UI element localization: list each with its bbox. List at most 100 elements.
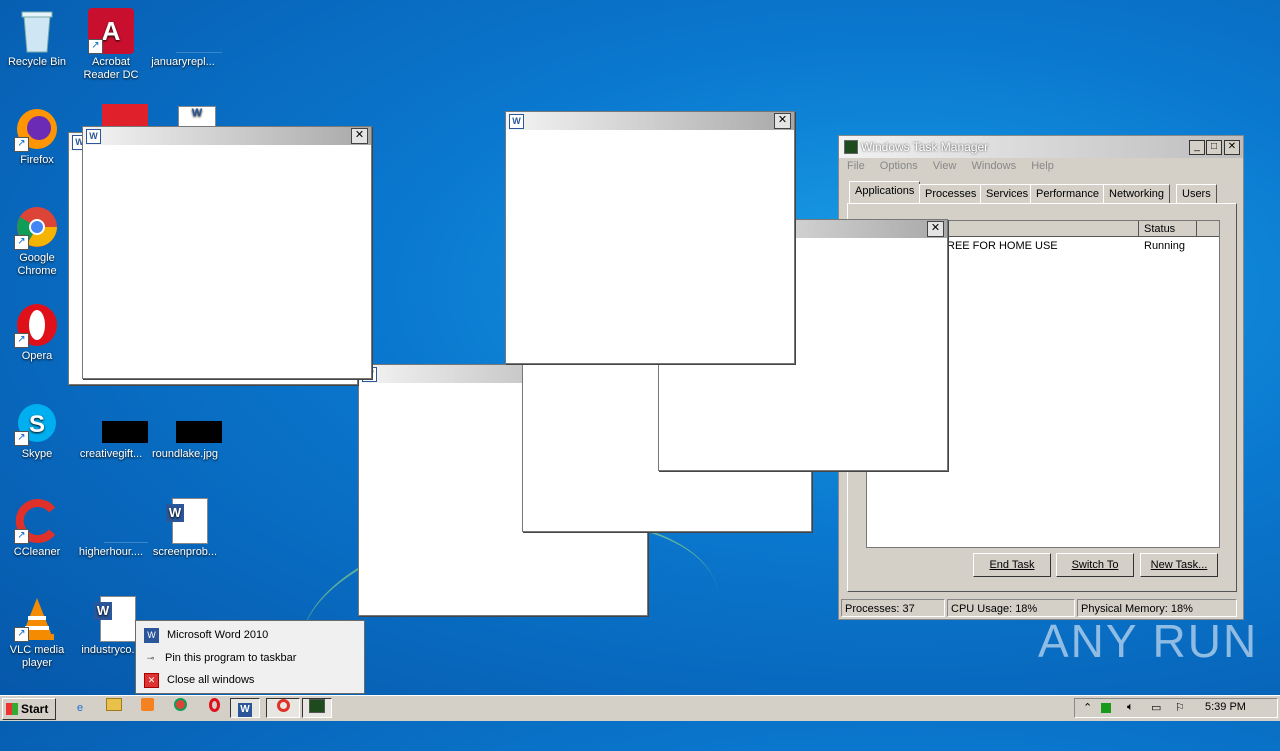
pin-icon: ⊸ [146, 652, 155, 663]
tab-performance[interactable]: Performance [1030, 184, 1105, 203]
desktop-icon-label: januaryrepl... [151, 56, 215, 68]
firefox-icon: ↗ [14, 106, 60, 152]
clock[interactable]: 5:39 PM [1205, 701, 1246, 713]
end-task-button[interactable]: End Task [973, 553, 1051, 577]
file-icon [160, 8, 222, 54]
start-button[interactable]: Start [2, 698, 56, 720]
task-manager-title: Windows Task Manager [861, 140, 989, 154]
status-memory: Physical Memory: 18% [1077, 599, 1237, 617]
jump-item-close-all[interactable]: ✕ Close all windows [144, 670, 254, 690]
desktop-icon-label: Firefox [20, 154, 54, 166]
status-column-header[interactable]: Status [1139, 221, 1197, 237]
close-button[interactable]: ✕ [1224, 140, 1240, 155]
desktop-icon-label: creativegift... [79, 448, 143, 460]
image-file-icon [162, 400, 222, 446]
status-cpu: CPU Usage: 18% [947, 599, 1075, 617]
minimize-button[interactable]: _ [1189, 140, 1205, 155]
explorer-icon[interactable] [100, 698, 128, 718]
maximize-button[interactable]: □ [1206, 140, 1222, 155]
tab-services[interactable]: Services [980, 184, 1035, 203]
desktop-icon-creativegift[interactable]: creativegift... [74, 400, 148, 461]
action-center-flag-icon[interactable]: ⚐ [1175, 701, 1185, 714]
svg-text:S: S [29, 411, 45, 438]
close-icon[interactable]: ✕ [774, 113, 791, 129]
jump-item-label: Close all windows [167, 674, 255, 686]
vlc-icon: ↗ [14, 596, 60, 642]
ie-icon[interactable]: e [66, 698, 94, 718]
header-filler [1197, 221, 1219, 237]
menu-windows[interactable]: Windows [972, 160, 1017, 172]
word-icon: W [509, 114, 524, 129]
desktop-icon-label: roundlake.jpg [151, 448, 219, 460]
jump-item-word[interactable]: W Microsoft Word 2010 [144, 625, 268, 645]
tab-users[interactable]: Users [1176, 184, 1217, 203]
opera-icon: ↗ [14, 302, 60, 348]
desktop-icon-label: CCleaner [13, 546, 61, 558]
tab-processes[interactable]: Processes [919, 184, 983, 203]
desktop-icon-label: Google Chrome [17, 252, 57, 277]
task-manager-icon [844, 140, 858, 154]
skype-icon: S ↗ [14, 400, 60, 446]
desktop-icon-januaryrepl[interactable]: januaryrepl... [146, 8, 222, 69]
anyrun-watermark: ANY RUN [1038, 615, 1259, 667]
desktop-icon-recycle-bin[interactable]: Recycle Bin [0, 8, 74, 69]
desktop-icon-vlc[interactable]: ↗ VLC media player [0, 596, 74, 670]
word-taskbar-button[interactable]: W [230, 698, 260, 718]
ccleaner-taskbar-button[interactable] [266, 698, 300, 718]
window-titlebar[interactable]: W ✕ [506, 112, 794, 130]
tab-applications[interactable]: Applications [849, 181, 921, 203]
desktop-icon-label: higherhour.... [78, 546, 144, 558]
volume-icon[interactable]: 🔈︎ [1127, 701, 1134, 714]
power-icon[interactable]: ▭ [1151, 701, 1161, 714]
desktop-icon-ccleaner[interactable]: ↗ CCleaner [0, 498, 74, 559]
desktop-icon-opera[interactable]: ↗ Opera [0, 302, 74, 363]
jump-item-pin[interactable]: ⊸ Pin this program to taskbar [144, 648, 297, 668]
status-processes: Processes: 37 [841, 599, 945, 617]
close-icon: ✕ [144, 672, 159, 688]
windows-flag-icon [6, 703, 18, 715]
acrobat-icon: A ↗ [88, 8, 134, 54]
desktop-icon-label: Skype [21, 448, 53, 460]
menu-options[interactable]: Options [880, 160, 918, 172]
blank-word-window-6[interactable]: W ✕ [505, 111, 795, 364]
blank-word-window-2[interactable]: W ✕ [82, 126, 372, 379]
window-titlebar[interactable]: W ✕ [83, 127, 371, 145]
opera-taskbar-icon[interactable] [200, 698, 228, 718]
task-manager-menubar: File Options View Windows Help [847, 160, 1066, 172]
network-activity-icon[interactable] [1101, 703, 1111, 713]
desktop-icon-skype[interactable]: S ↗ Skype [0, 400, 74, 461]
image-file-icon [88, 400, 148, 446]
tab-networking[interactable]: Networking [1103, 184, 1171, 203]
desktop-icon-roundlake[interactable]: roundlake.jpg [148, 400, 222, 461]
desktop-icon-higherhour[interactable]: higherhour.... [74, 498, 148, 559]
desktop-icon-acrobat[interactable]: A ↗ Acrobat Reader DC [74, 8, 148, 82]
chrome-taskbar-icon[interactable] [166, 698, 194, 718]
switch-to-button[interactable]: Switch To [1056, 553, 1134, 577]
word-doc-icon: W [162, 498, 208, 544]
word-icon: W [144, 627, 159, 643]
desktop-icon-label: Recycle Bin [7, 56, 67, 68]
new-task-button[interactable]: New Task... [1140, 553, 1218, 577]
show-hidden-icons-icon[interactable]: ⌃ [1083, 701, 1092, 714]
desktop-icon-label: Acrobat Reader DC [83, 56, 139, 81]
desktop-icon-firefox[interactable]: ↗ Firefox [0, 106, 74, 167]
media-player-icon[interactable] [133, 698, 161, 718]
close-icon[interactable]: ✕ [927, 221, 944, 237]
task-manager-taskbar-button[interactable] [302, 698, 332, 718]
desktop-icon-screenprob[interactable]: W screenprob... [148, 498, 222, 559]
ccleaner-icon: ↗ [14, 498, 60, 544]
menu-help[interactable]: Help [1031, 160, 1054, 172]
chrome-icon: ↗ [14, 204, 60, 250]
task-manager-titlebar[interactable]: Windows Task Manager _ □ ✕ [839, 136, 1243, 158]
start-label: Start [21, 702, 49, 716]
taskbar: Start e W ⌃ 🔈︎ ▭ ⚐ 5:39 PM [0, 695, 1280, 721]
system-tray: ⌃ 🔈︎ ▭ ⚐ 5:39 PM [1074, 698, 1278, 718]
close-icon[interactable]: ✕ [351, 128, 368, 144]
desktop-icon-label: VLC media player [9, 644, 65, 669]
menu-file[interactable]: File [847, 160, 865, 172]
desktop-icon-chrome[interactable]: ↗ Google Chrome [0, 204, 74, 278]
jump-item-label: Microsoft Word 2010 [167, 629, 269, 641]
task-row-name[interactable]: REE FOR HOME USE [947, 240, 1058, 252]
desktop-icon-label: screenprob... [152, 546, 218, 558]
menu-view[interactable]: View [933, 160, 957, 172]
